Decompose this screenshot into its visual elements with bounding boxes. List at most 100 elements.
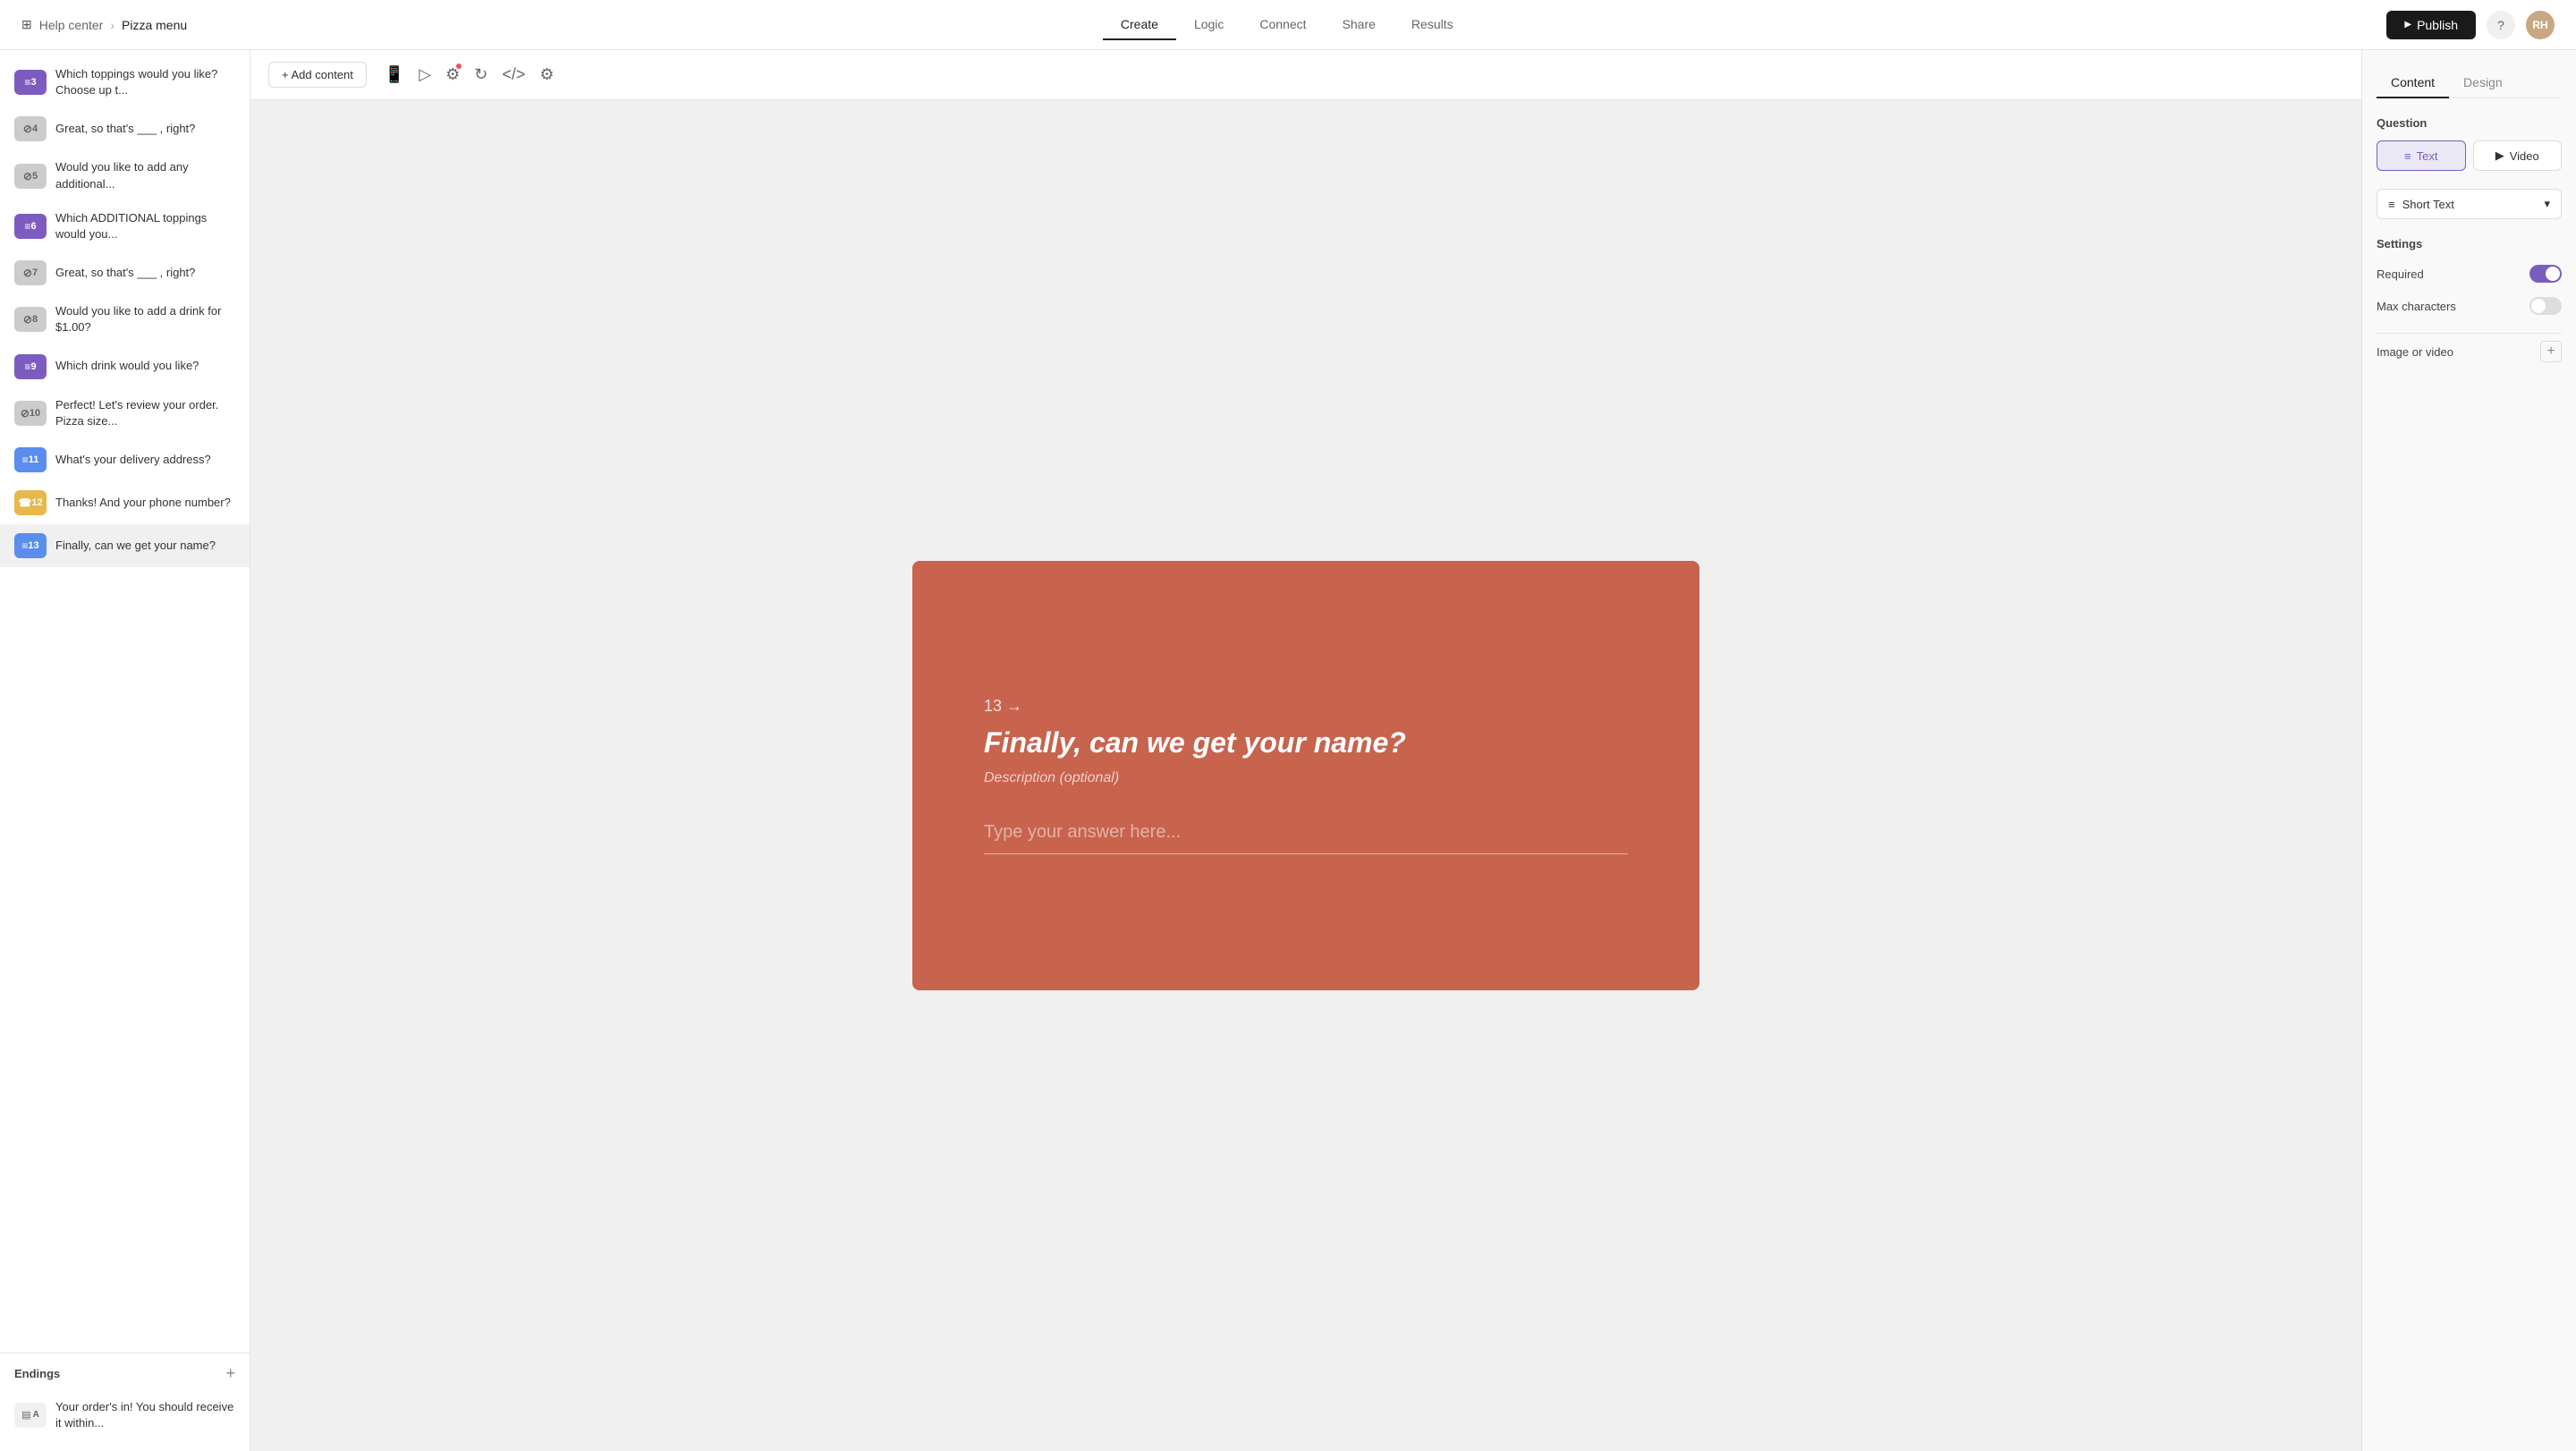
tab-design[interactable]: Design [2449,68,2517,98]
tab-logic[interactable]: Logic [1176,10,1241,40]
question-item-12[interactable]: ☎ 12 Thanks! And your phone number? [0,481,250,524]
toolbar-icons: 📱 ▷ ⚙ ↻ </> ⚙ [385,65,555,84]
top-navigation: ⊞ Help center › Pizza menu Create Logic … [0,0,2576,50]
short-text-label: Short Text [2402,198,2454,211]
question-canvas: 13 → Finally, can we get your name? Desc… [912,561,1699,990]
question-item-6[interactable]: ≡ 6 Which ADDITIONAL toppings would you.… [0,201,250,251]
question-title[interactable]: Finally, can we get your name? [984,726,1628,759]
question-item-10[interactable]: ⊘ 10 Perfect! Let's review your order. P… [0,388,250,438]
question-item-8[interactable]: ⊘ 8 Would you like to add a drink for $1… [0,294,250,344]
question-text-11: What's your delivery address? [55,452,235,468]
max-characters-label: Max characters [2377,300,2456,313]
questions-list: ≡ 3 Which toppings would you like? Choos… [0,50,250,1353]
tab-share[interactable]: Share [1325,10,1394,40]
question-badge-8: ⊘ 8 [14,307,47,332]
question-badge-13: ≡ 13 [14,533,47,558]
question-badge-12: ☎ 12 [14,490,47,515]
question-item-13[interactable]: ≡ 13 Finally, can we get your name? [0,524,250,567]
video-label: Video [2510,149,2539,163]
notification-dot [456,64,462,69]
canvas-wrapper: 13 → Finally, can we get your name? Desc… [250,100,2361,1451]
breadcrumb-parent[interactable]: Help center [39,18,104,32]
question-badge-6: ≡ 6 [14,214,47,239]
video-icon: ▶ [2496,148,2504,163]
tab-results[interactable]: Results [1394,10,1471,40]
max-characters-setting: Max characters [2377,297,2562,315]
answer-input-placeholder[interactable]: Type your answer here... [984,822,1628,854]
publish-label: Publish [2417,18,2458,32]
play-preview-icon[interactable]: ▷ [419,65,431,84]
question-item-5[interactable]: ⊘ 5 Would you like to add any additional… [0,150,250,200]
nav-tabs: Create Logic Connect Share Results [1103,10,1471,40]
code-icon[interactable]: </> [502,65,525,84]
content-area: + Add content 📱 ▷ ⚙ ↻ </> ⚙ 13 → Finally… [250,50,2361,1451]
question-number: 13 → [984,697,1628,716]
gear-icon[interactable]: ⚙ [539,65,554,84]
add-ending-button[interactable]: + [225,1364,235,1383]
refresh-icon[interactable]: ↻ [474,65,487,84]
breadcrumb-separator: › [110,18,114,32]
publish-button[interactable]: ▶ Publish [2386,11,2476,39]
question-item-7[interactable]: ⊘ 7 Great, so that's ___ , right? [0,251,250,294]
image-video-label: Image or video [2377,345,2453,359]
required-toggle[interactable] [2529,265,2562,283]
main-layout: ≡ 3 Which toppings would you like? Choos… [0,50,2576,1451]
required-label: Required [2377,267,2424,281]
question-badge-3: ≡ 3 [14,70,47,95]
ending-item-1[interactable]: ▤ A Your order's in! You should receive … [14,1390,235,1440]
right-panel: Content Design Question ≡ Text ▶ Video ≡… [2361,50,2576,1451]
breadcrumb-current: Pizza menu [122,18,187,32]
type-video-button[interactable]: ▶ Video [2473,140,2563,171]
text-label: Text [2417,149,2438,163]
question-text-10: Perfect! Let's review your order. Pizza … [55,397,235,429]
question-section-title: Question [2377,116,2562,130]
add-media-button[interactable]: + [2540,341,2562,362]
question-text-4: Great, so that's ___ , right? [55,121,235,137]
max-characters-toggle[interactable] [2529,297,2562,315]
question-text-8: Would you like to add a drink for $1.00? [55,303,235,335]
type-text-button[interactable]: ≡ Text [2377,140,2466,171]
tab-connect[interactable]: Connect [1241,10,1324,40]
required-setting: Required [2377,265,2562,283]
question-badge-11: ≡ 11 [14,447,47,472]
nav-right-actions: ▶ Publish ? RH [2386,11,2555,39]
question-badge-7: ⊘ 7 [14,260,47,285]
question-text-7: Great, so that's ___ , right? [55,265,235,281]
question-badge-5: ⊘ 5 [14,164,47,189]
question-item-3[interactable]: ≡ 3 Which toppings would you like? Choos… [0,57,250,107]
question-text-6: Which ADDITIONAL toppings would you... [55,210,235,242]
ending-text: Your order's in! You should receive it w… [55,1399,235,1431]
settings-title: Settings [2377,237,2562,250]
tab-create[interactable]: Create [1103,10,1176,40]
question-badge-9: ≡ 9 [14,354,47,379]
endings-title: Endings [14,1367,60,1380]
publish-play-icon: ▶ [2404,20,2411,30]
help-button[interactable]: ? [2487,11,2515,39]
question-item-11[interactable]: ≡ 11 What's your delivery address? [0,438,250,481]
question-description[interactable]: Description (optional) [984,770,1628,786]
add-content-button[interactable]: + Add content [268,62,367,88]
question-item-9[interactable]: ≡ 9 Which drink would you like? [0,345,250,388]
image-video-section: Image or video + [2377,333,2562,369]
sidebar: ≡ 3 Which toppings would you like? Choos… [0,50,250,1451]
question-type-dropdown[interactable]: ≡ Short Text ▾ [2377,189,2562,219]
question-text-13: Finally, can we get your name? [55,538,235,554]
question-text-5: Would you like to add any additional... [55,159,235,191]
toolbar: + Add content 📱 ▷ ⚙ ↻ </> ⚙ [250,50,2361,100]
mobile-preview-icon[interactable]: 📱 [385,65,404,84]
breadcrumb: ⊞ Help center › Pizza menu [21,17,187,32]
ending-badge: ▤ A [14,1403,47,1428]
question-item-4[interactable]: ⊘ 4 Great, so that's ___ , right? [0,107,250,150]
short-text-icon: ≡ [2388,198,2395,211]
panel-tabs: Content Design [2377,68,2562,98]
question-badge-10: ⊘ 10 [14,401,47,426]
settings-icon[interactable]: ⚙ [445,65,460,84]
text-icon: ≡ [2404,149,2411,163]
question-text-3: Which toppings would you like? Choose up… [55,66,235,98]
endings-section: Endings + ▤ A Your order's in! You shoul… [0,1353,250,1451]
question-badge-4: ⊘ 4 [14,116,47,141]
tab-content[interactable]: Content [2377,68,2449,98]
avatar[interactable]: RH [2526,11,2555,39]
question-type-buttons: ≡ Text ▶ Video [2377,140,2562,171]
question-text-9: Which drink would you like? [55,358,235,374]
